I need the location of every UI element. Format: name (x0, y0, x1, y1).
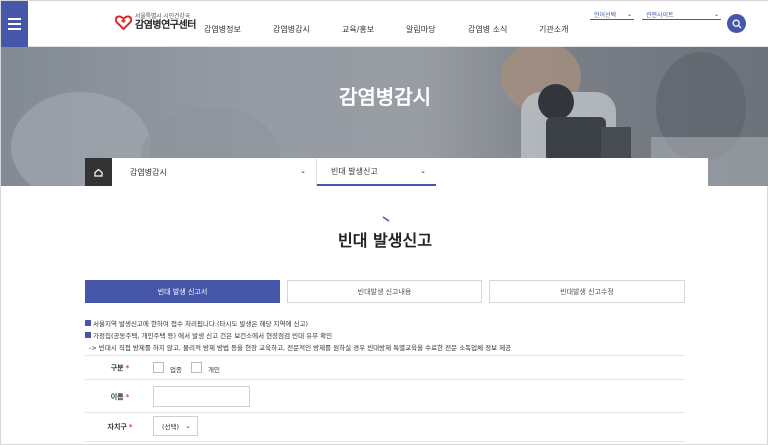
tab-report-form[interactable]: 빈대 발생 신고서 (85, 280, 280, 303)
chevron-down-icon: ⌄ (713, 10, 719, 18)
chevron-down-icon: ⌄ (626, 10, 632, 18)
heart-cross-logo-icon (115, 15, 132, 31)
tab-report-content[interactable]: 빈대발생 신고내용 (287, 280, 482, 303)
notice-text: 가정집(공동주택, 개인주택 등) 에서 발생 신고 건은 보건소에서 현장점검… (93, 332, 333, 340)
search-icon (732, 19, 741, 28)
form-row-divider (85, 441, 685, 442)
notice-text: 서울지역 발생신고에 한하여 접수 처리됩니다.(타시도 발생은 해당 지역에 … (93, 320, 309, 328)
form-row-divider (85, 412, 685, 413)
language-select[interactable]: 언어선택 ⌄ (590, 9, 634, 20)
breadcrumb-level1-label: 감염병감시 (130, 167, 167, 177)
breadcrumb-level1[interactable]: 감염병감시 ⌄ (130, 158, 316, 186)
search-button[interactable] (727, 14, 746, 33)
page-title: 빈대 발생신고 (338, 231, 432, 250)
breadcrumb: 감염병감시 ⌄ 빈대 발생신고 ⌄ (85, 158, 708, 186)
breadcrumb-level2[interactable]: 빈대 발생신고 ⌄ (317, 158, 436, 186)
district-label: 자치구 * (85, 422, 155, 432)
hero-title: 감염병감시 (339, 85, 431, 109)
form-top-divider (85, 355, 685, 356)
name-label: 이름 * (85, 392, 155, 402)
home-button[interactable] (85, 158, 112, 186)
chevron-down-icon: ⌄ (420, 167, 426, 175)
breadcrumb-level2-label: 빈대 발생신고 (331, 166, 378, 176)
notice-text: -> 빈대시 직접 방제를 하지 않고, 물리적 방제 방법 등을 현장 교육하… (89, 344, 512, 352)
type-personal-label: 개인 (208, 366, 220, 374)
home-icon (94, 168, 103, 177)
district-select[interactable]: (선택) ⌄ (153, 416, 198, 436)
type-personal-checkbox[interactable] (191, 362, 202, 373)
notice-sub-item: -> 빈대시 직접 방제를 하지 않고, 물리적 방제 방법 등을 현장 교육하… (89, 342, 511, 352)
menu-icon-line (8, 28, 21, 30)
bullet-icon (85, 320, 91, 326)
type-label-text: 구분 (110, 364, 124, 372)
district-label-text: 자치구 (107, 423, 127, 431)
nav-item-about[interactable]: 기관소개 (539, 24, 568, 35)
name-input[interactable] (153, 386, 250, 407)
required-mark: * (128, 423, 133, 431)
menu-icon-line (8, 23, 21, 25)
notice-item: 가정집(공동주택, 개인주택 등) 에서 발생 신고 건은 보건소에서 현장점검… (85, 330, 332, 340)
nav-item-surveillance[interactable]: 감염병감시 (273, 24, 310, 35)
chevron-down-icon: ⌄ (185, 422, 191, 430)
bullet-icon (85, 332, 91, 338)
notice-item: 서울지역 발생신고에 한하여 접수 처리됩니다.(타시도 발생은 해당 지역에 … (85, 318, 308, 328)
language-select-label: 언어선택 (594, 11, 617, 19)
nav-item-education[interactable]: 교육/홍보 (342, 24, 374, 35)
related-sites-label: 관련사이트 (646, 11, 674, 19)
nav-item-disease-info[interactable]: 감염병정보 (204, 24, 241, 35)
tab-report-edit[interactable]: 빈대발생 신고수정 (489, 280, 685, 303)
type-label: 구분 * (85, 363, 155, 373)
title-accent-icon (382, 216, 390, 222)
chevron-down-icon: ⌄ (300, 167, 306, 175)
site-logo[interactable]: 서울특별시 시민건강국 감염병연구센터 (115, 14, 196, 31)
district-select-value: (선택) (162, 423, 180, 431)
type-business-checkbox[interactable] (153, 362, 164, 373)
type-business-label: 업종 (170, 366, 182, 374)
required-mark: * (125, 364, 130, 372)
site-header: 서울특별시 시민건강국 감염병연구센터 감염병정보 감염병감시 교육/홍보 알림… (1, 1, 768, 47)
nav-item-notice[interactable]: 알림마당 (406, 24, 435, 35)
menu-icon-line (8, 18, 21, 20)
menu-button[interactable] (1, 1, 28, 47)
form-row-divider (85, 379, 685, 380)
nav-item-news[interactable]: 감염병 소식 (468, 24, 507, 35)
logo-title: 감염병연구센터 (135, 20, 196, 31)
related-sites-select[interactable]: 관련사이트 ⌄ (642, 9, 721, 20)
required-mark: * (125, 393, 130, 401)
name-label-text: 이름 (110, 393, 124, 401)
